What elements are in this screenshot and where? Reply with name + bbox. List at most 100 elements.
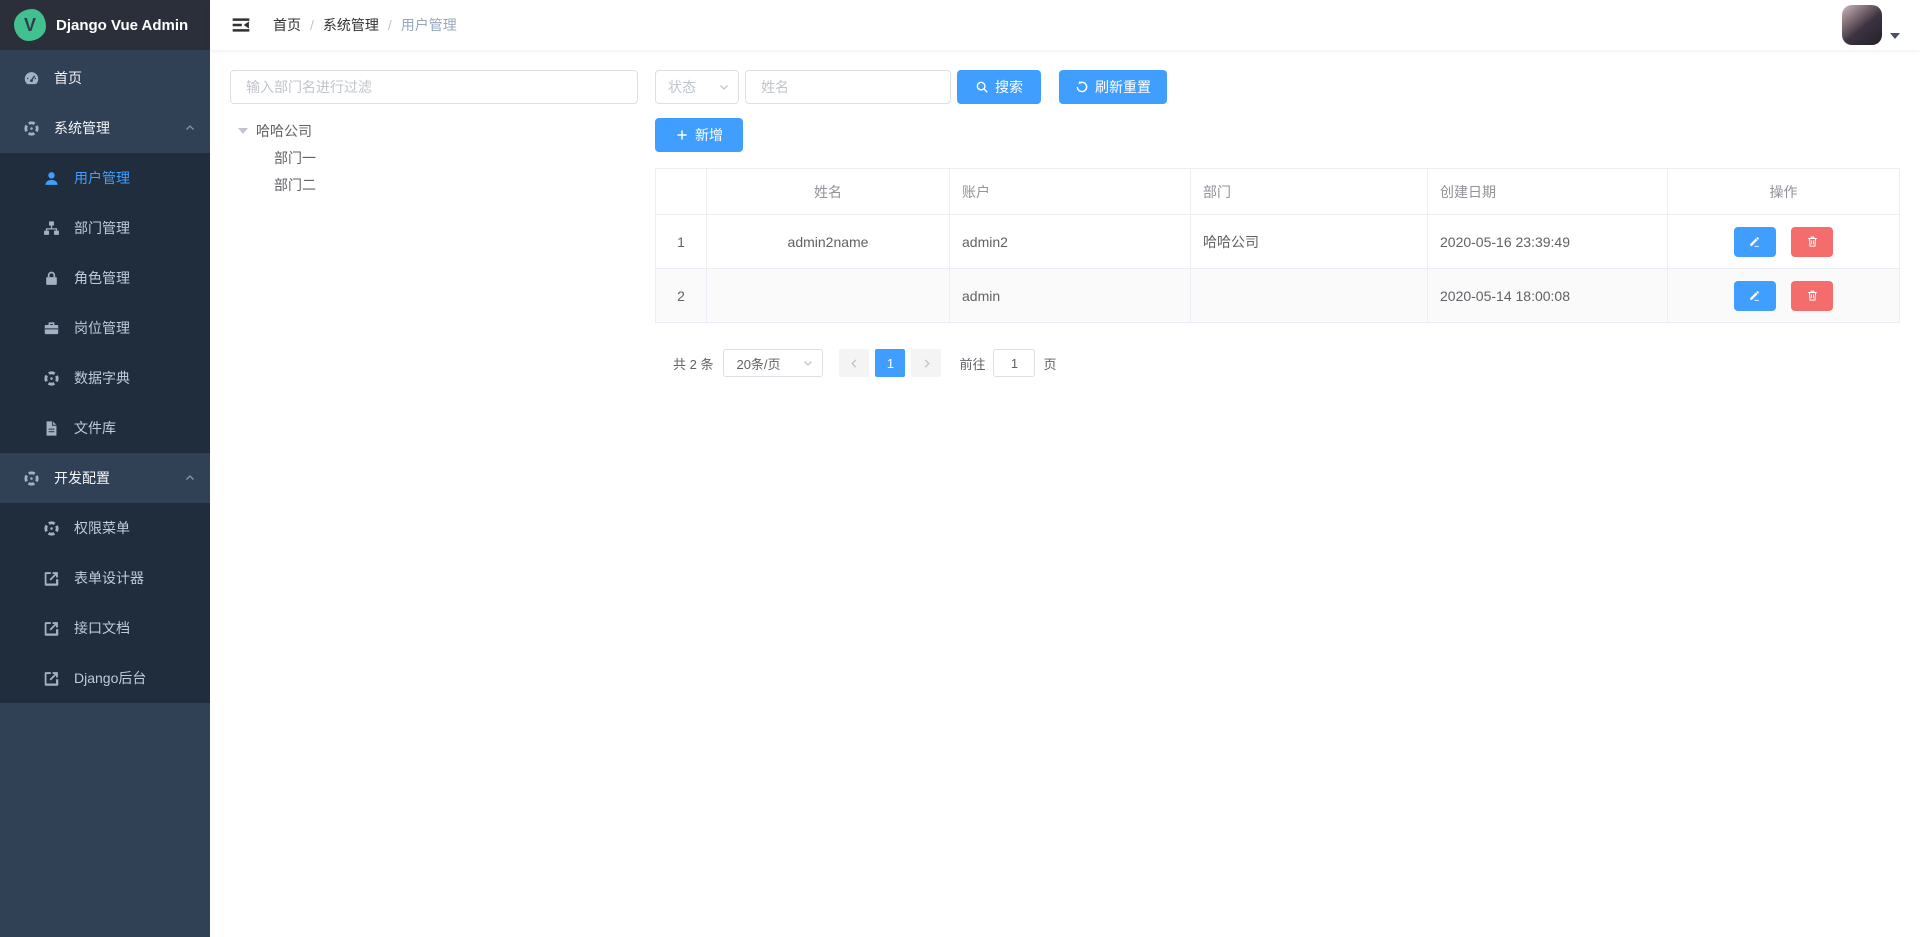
- sidebar-item-posts[interactable]: 岗位管理: [0, 303, 210, 353]
- app-title: Django Vue Admin: [56, 17, 188, 34]
- edit-button[interactable]: [1734, 227, 1776, 257]
- settings-icon: [22, 469, 40, 487]
- cell-actions: [1668, 215, 1900, 269]
- cell-account: admin: [950, 269, 1191, 323]
- breadcrumb-separator: /: [310, 17, 314, 33]
- department-panel: 哈哈公司 部门一 部门二: [230, 70, 638, 917]
- cell-name: [707, 269, 950, 323]
- breadcrumb-item-system[interactable]: 系统管理: [323, 15, 379, 35]
- sidebar-item-roles[interactable]: 角色管理: [0, 253, 210, 303]
- add-button[interactable]: 新增: [655, 118, 743, 152]
- main-area: 首页 / 系统管理 / 用户管理 哈哈公司: [210, 0, 1920, 937]
- user-avatar[interactable]: [1842, 5, 1882, 45]
- breadcrumb-item-home[interactable]: 首页: [273, 15, 301, 35]
- col-header-actions: 操作: [1668, 169, 1900, 215]
- vue-logo-icon: V: [14, 9, 46, 41]
- sidebar-item-label: 系统管理: [54, 118, 110, 138]
- caret-down-icon: [1890, 33, 1900, 39]
- breadcrumb-separator: /: [388, 17, 392, 33]
- briefcase-icon: [42, 319, 60, 337]
- add-button-label: 新增: [695, 125, 723, 145]
- chevron-up-icon: [184, 122, 196, 134]
- prev-page-button[interactable]: [839, 349, 869, 377]
- refresh-icon: [1075, 80, 1089, 94]
- edit-icon: [1748, 289, 1761, 302]
- query-form: 状态 搜索 刷新重置: [655, 70, 1900, 104]
- chevron-down-icon: [718, 81, 730, 93]
- user-list-panel: 状态 搜索 刷新重置 新增: [655, 70, 1900, 917]
- search-button[interactable]: 搜索: [957, 70, 1041, 104]
- tree-node-company[interactable]: 哈哈公司: [230, 117, 638, 144]
- cell-actions: [1668, 269, 1900, 323]
- navbar-right: [1842, 5, 1900, 45]
- goto-page-input[interactable]: [993, 349, 1035, 377]
- settings-icon: [42, 519, 60, 537]
- name-input[interactable]: [745, 70, 951, 104]
- settings-icon: [22, 119, 40, 137]
- pagination-total: 共 2 条: [673, 354, 713, 373]
- col-header-created: 创建日期: [1428, 169, 1668, 215]
- sidebar-item-label: 角色管理: [74, 268, 130, 288]
- external-link-icon: [42, 619, 60, 637]
- page-size-value: 20条/页: [736, 354, 780, 373]
- sidebar-item-django-admin[interactable]: Django后台: [0, 653, 210, 703]
- reset-button-label: 刷新重置: [1095, 77, 1151, 97]
- plus-icon: [675, 128, 689, 142]
- delete-button[interactable]: [1791, 281, 1833, 311]
- sidebar-item-dictionary[interactable]: 数据字典: [0, 353, 210, 403]
- document-icon: [42, 419, 60, 437]
- delete-button[interactable]: [1791, 227, 1833, 257]
- sidebar-item-label: 首页: [54, 68, 82, 88]
- user-table: 姓名 账户 部门 创建日期 操作 1 admin2name admin2 哈哈公: [655, 168, 1900, 323]
- user-menu[interactable]: [1842, 5, 1900, 45]
- department-tree: 哈哈公司 部门一 部门二: [230, 117, 638, 198]
- cell-account: admin2: [950, 215, 1191, 269]
- page-number-button[interactable]: 1: [875, 349, 905, 377]
- sidebar-item-api-docs[interactable]: 接口文档: [0, 603, 210, 653]
- page-size-select[interactable]: 20条/页: [723, 349, 823, 377]
- sidebar-item-files[interactable]: 文件库: [0, 403, 210, 453]
- tree-node-label: 部门一: [274, 148, 316, 168]
- table-row: 2 admin 2020-05-14 18:00:08: [656, 269, 1900, 323]
- user-icon: [42, 169, 60, 187]
- tree-node-dept-2[interactable]: 部门二: [230, 171, 638, 198]
- table-header-row: 姓名 账户 部门 创建日期 操作: [656, 169, 1900, 215]
- breadcrumb: 首页 / 系统管理 / 用户管理: [273, 15, 457, 35]
- sidebar-item-home[interactable]: 首页: [0, 53, 210, 103]
- sidebar-item-departments[interactable]: 部门管理: [0, 203, 210, 253]
- lock-icon: [42, 269, 60, 287]
- status-select[interactable]: 状态: [655, 70, 739, 104]
- sidebar-item-label: 数据字典: [74, 368, 130, 388]
- navbar: 首页 / 系统管理 / 用户管理: [210, 0, 1920, 50]
- sidebar: V Django Vue Admin 首页 系统管理: [0, 0, 210, 937]
- status-select-placeholder: 状态: [668, 77, 718, 97]
- logo-letter: V: [24, 15, 36, 36]
- sidebar-item-system[interactable]: 系统管理: [0, 103, 210, 153]
- reset-button[interactable]: 刷新重置: [1059, 70, 1167, 104]
- hamburger-icon: [231, 15, 251, 35]
- sidebar-collapse-button[interactable]: [225, 9, 257, 41]
- trash-icon: [1806, 235, 1819, 248]
- sidebar-item-permission-menu[interactable]: 权限菜单: [0, 503, 210, 553]
- breadcrumb-item-current: 用户管理: [401, 15, 457, 35]
- next-page-button[interactable]: [911, 349, 941, 377]
- cell-name: admin2name: [707, 215, 950, 269]
- sidebar-item-label: 岗位管理: [74, 318, 130, 338]
- tree-node-label: 部门二: [274, 175, 316, 195]
- sidebar-item-form-designer[interactable]: 表单设计器: [0, 553, 210, 603]
- sidebar-item-users[interactable]: 用户管理: [0, 153, 210, 203]
- tree-expand-icon[interactable]: [238, 128, 248, 134]
- settings-icon: [42, 369, 60, 387]
- sidebar-item-label: 权限菜单: [74, 518, 130, 538]
- goto-unit-label: 页: [1043, 354, 1056, 373]
- dept-filter-input[interactable]: [230, 70, 638, 104]
- chevron-up-icon: [184, 472, 196, 484]
- chevron-down-icon: [802, 357, 814, 369]
- tree-node-dept-1[interactable]: 部门一: [230, 144, 638, 171]
- sidebar-item-label: 部门管理: [74, 218, 130, 238]
- sidebar-item-label: 用户管理: [74, 168, 130, 188]
- app-logo[interactable]: V Django Vue Admin: [0, 0, 210, 50]
- sidebar-item-label: 文件库: [74, 418, 116, 438]
- edit-button[interactable]: [1734, 281, 1776, 311]
- sidebar-item-dev-config[interactable]: 开发配置: [0, 453, 210, 503]
